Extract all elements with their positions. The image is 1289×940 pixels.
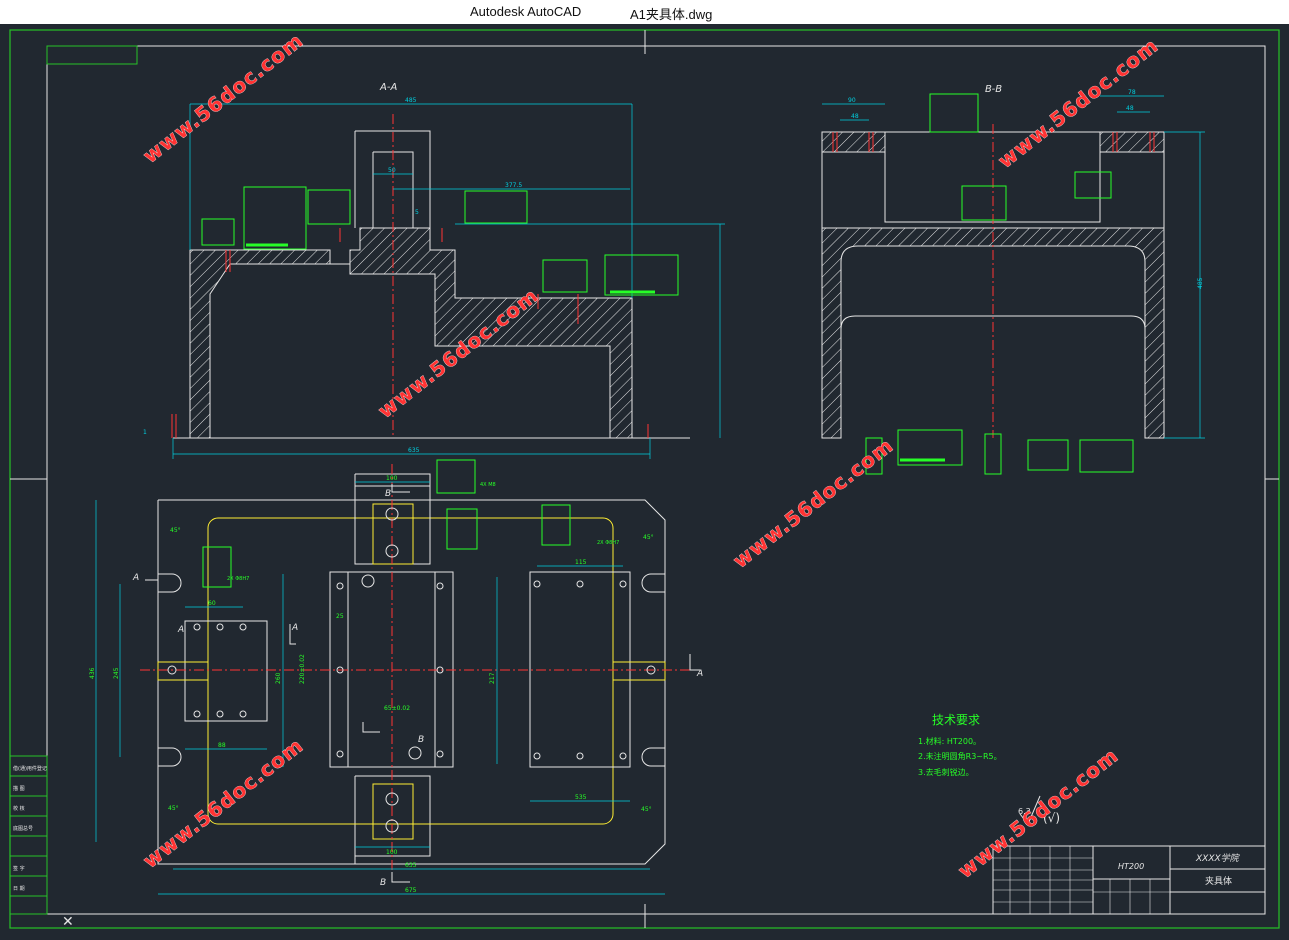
dim-245-plan: 245	[113, 667, 120, 679]
plan-top-boss-inner	[372, 503, 414, 565]
dim-635-plan: 635	[405, 862, 417, 869]
dim-65-plan: 65±0.02	[384, 705, 410, 712]
dim-220-plan: 220±0.02	[299, 654, 306, 684]
section-mark-a-1: A	[132, 573, 139, 583]
plan-left-slot	[157, 661, 209, 681]
dim-78-bb: 78	[1128, 89, 1136, 96]
dim-217-plan: 217	[489, 672, 496, 684]
plan-left-rect	[184, 620, 268, 722]
reg-label-4: 底图总号	[13, 825, 33, 832]
watermark-4: www.56doc.com	[728, 433, 898, 573]
title-bar: Autodesk AutoCAD A1夹具体.dwg	[0, 0, 1289, 24]
watermark-1: www.56doc.com	[138, 28, 308, 168]
dim-100-bottom: 100	[386, 849, 398, 856]
plan-right-slot	[612, 661, 666, 681]
dim-485-bb: 485	[1197, 277, 1204, 289]
dim-45-tl: 45°	[170, 527, 181, 534]
watermark-5: www.56doc.com	[138, 733, 308, 873]
plan-bottom-boss-inner	[372, 783, 414, 840]
dim-25-plan: 25	[336, 613, 344, 620]
title-material: HT200	[1118, 862, 1144, 871]
reg-label-5: 签 字	[13, 865, 25, 872]
dim-45-br: 45°	[641, 806, 652, 813]
dim-436-plan: 436	[89, 667, 96, 679]
section-mark-a-3: A	[291, 623, 298, 633]
reg-label-1: 借(通)用件登记	[13, 765, 47, 772]
watermark-6: www.56doc.com	[953, 743, 1123, 883]
dim-88-plan: 88	[218, 742, 226, 749]
tech-req-line-2: 2.未注明圆角R3~R5。	[918, 751, 1002, 761]
dim-5-aa: 5	[415, 209, 419, 216]
title-part-name: 夹具体	[1205, 875, 1232, 887]
dim-48-bb-right: 48	[1126, 105, 1134, 112]
watermarks: www.56doc.com www.56doc.com www.56doc.co…	[138, 28, 1163, 884]
file-name: A1夹具体.dwg	[630, 7, 713, 22]
cad-drawing[interactable]: ✕ 借(通)用件登记 描 图 校 核 底图总号 签 字 日 期 A-A 485 …	[0, 24, 1289, 936]
dim-485-aa: 485	[405, 97, 417, 104]
dim-45-bl: 45°	[168, 805, 179, 812]
app-name: Autodesk AutoCAD	[470, 4, 582, 19]
reg-label-3: 校 核	[13, 805, 25, 812]
technical-requirements: 技术要求 1.材料: HT200。 2.未注明圆角R3~R5。 3.去毛刺锐边。	[918, 713, 1002, 777]
dim-535-plan: 535	[575, 794, 587, 801]
reg-label-6: 日 期	[13, 886, 25, 892]
dim-48-bb-left: 48	[851, 113, 859, 120]
dim-635-aa: 635	[408, 447, 420, 454]
tech-req-line-1: 1.材料: HT200。	[918, 736, 981, 746]
dim-100-top: 100	[386, 475, 398, 482]
note-4x-m8: 4X M8	[480, 482, 496, 488]
drawing-canvas[interactable]: ✕ 借(通)用件登记 描 图 校 核 底图总号 签 字 日 期 A-A 485 …	[0, 24, 1289, 936]
code-box	[46, 45, 138, 65]
note-2x-hole-1: 2X Φ8H7	[227, 576, 249, 582]
section-view-aa[interactable]: A-A 485 635 50 377.5 5 1	[143, 82, 725, 459]
dim-90-bb: 90	[848, 97, 856, 104]
tech-req-line-3: 3.去毛刺锐边。	[918, 767, 974, 777]
section-aa-label: A-A	[379, 82, 397, 93]
section-mark-b-1: B	[380, 878, 386, 888]
section-mark-a-4: A	[177, 625, 184, 635]
dim-675-plan: 675	[405, 887, 417, 894]
reg-label-2: 描 图	[13, 785, 25, 792]
note-2x-hole-2: 2X Φ8H7	[597, 540, 619, 546]
title-school: XXXX学院	[1195, 853, 1241, 864]
dim-260-plan: 260	[275, 672, 282, 684]
title-block: HT200 XXXX学院 夹具体	[992, 845, 1266, 915]
dim-45-tr: 45°	[643, 534, 654, 541]
outer-frame	[9, 29, 1280, 929]
tech-req-title: 技术要求	[932, 713, 980, 727]
dim-60-plan: 60	[208, 600, 216, 607]
dim-3775-aa: 377.5	[505, 182, 522, 189]
section-bb-label: B-B	[985, 84, 1002, 95]
dim-1-aa: 1	[143, 429, 147, 436]
corner-x: ✕	[62, 914, 74, 930]
section-mark-b-3: B	[418, 735, 424, 745]
dim-50-aa: 50	[388, 167, 396, 174]
dim-115-plan: 115	[575, 559, 587, 566]
bb-pocket-left	[821, 131, 886, 153]
left-registration-table: 借(通)用件登记 描 图 校 核 底图总号 签 字 日 期	[9, 755, 48, 915]
section-mark-a-2: A	[696, 669, 703, 679]
section-mark-b-2: B	[385, 489, 391, 499]
